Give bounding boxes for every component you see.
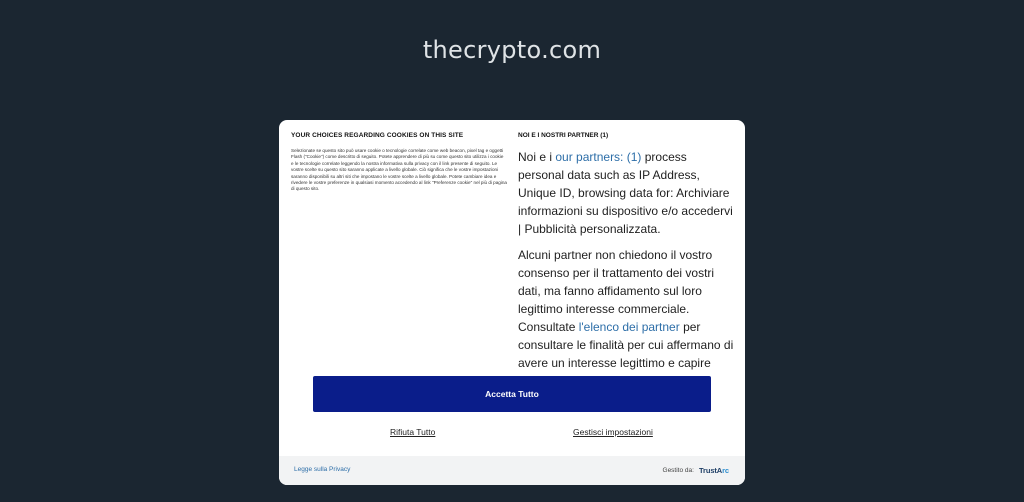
- partners-heading: NOI E I NOSTRI PARTNER (1): [518, 132, 609, 139]
- accept-all-button[interactable]: Accetta Tutto: [313, 376, 711, 412]
- partners-paragraph-1: Noi e i our partners: (1) process person…: [518, 148, 734, 238]
- partners-paragraph-2: Alcuni partner non chiedono il vostro co…: [518, 246, 734, 390]
- partners-text-1a: Noi e i: [518, 150, 556, 164]
- cookie-choices-heading: YOUR CHOICES REGARDING COOKIES ON THIS S…: [291, 132, 464, 139]
- trustarc-logo-text-a: TrustA: [698, 466, 723, 475]
- managed-by-label: Gestito da:: [662, 467, 694, 474]
- partner-list-link[interactable]: l'elenco dei partner: [579, 320, 680, 334]
- managed-by: Gestito da: TrustArc: [662, 466, 730, 475]
- manage-settings-button[interactable]: Gestisci impostazioni: [573, 427, 653, 437]
- dialog-footer: Legge sulla Privacy Gestito da: TrustArc: [279, 456, 745, 485]
- trustarc-logo: TrustArc: [699, 466, 729, 475]
- partners-column: NOI E I NOSTRI PARTNER (1) Noi e i our p…: [518, 132, 734, 398]
- cookie-choices-description: Selezionate se questo sito può usare coo…: [291, 148, 507, 192]
- reject-all-button[interactable]: Rifiuta Tutto: [390, 427, 435, 437]
- site-title: thecrypto.com: [422, 36, 602, 64]
- cookie-consent-dialog: YOUR CHOICES REGARDING COOKIES ON THIS S…: [279, 120, 745, 485]
- cookie-info-column: YOUR CHOICES REGARDING COOKIES ON THIS S…: [291, 132, 507, 193]
- privacy-policy-link[interactable]: Legge sulla Privacy: [294, 466, 350, 473]
- our-partners-link[interactable]: our partners: (1): [555, 150, 641, 164]
- trustarc-logo-text-b: rc: [722, 466, 729, 475]
